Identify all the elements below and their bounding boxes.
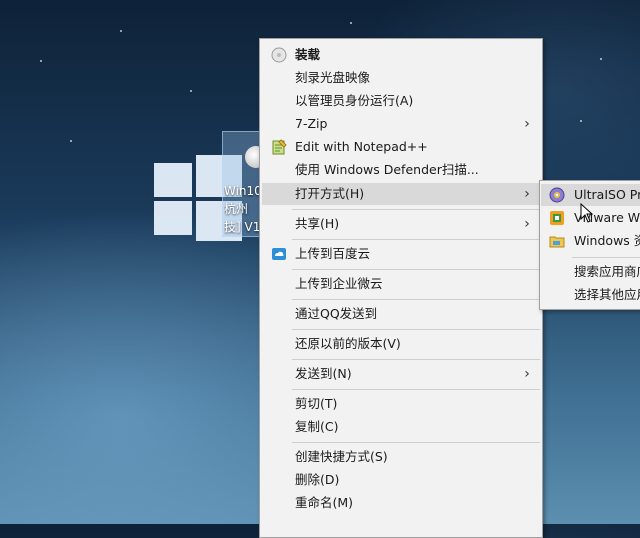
submenu-item-search-store[interactable]: 搜索应用商店 (541, 261, 640, 283)
submenu-item-label: Windows 资 (574, 233, 640, 248)
submenu-item-windows-explorer[interactable]: Windows 资 (541, 230, 640, 252)
chevron-right-icon: › (524, 366, 530, 382)
star (190, 90, 192, 92)
star (70, 140, 72, 142)
menu-item-send-via-qq[interactable]: 通过QQ发送到 (262, 303, 540, 325)
chevron-right-icon: › (524, 116, 530, 132)
folder-icon (549, 233, 565, 249)
submenu-item-choose-other-app[interactable]: 选择其他应用 (541, 284, 640, 306)
chevron-right-icon: › (524, 186, 530, 202)
menu-separator (292, 359, 540, 360)
menu-item-mount[interactable]: 装载 (262, 44, 540, 66)
menu-item-run-as-admin[interactable]: 以管理员身份运行(A) (262, 90, 540, 112)
ultraiso-icon (549, 187, 565, 203)
menu-item-label: 通过QQ发送到 (295, 306, 378, 321)
disc-icon (271, 47, 287, 63)
menu-item-label: 打开方式(H) (295, 186, 365, 201)
menu-item-label: 剪切(T) (295, 396, 338, 411)
submenu-item-label: 搜索应用商店 (574, 264, 640, 279)
context-menu: 装载 刻录光盘映像 以管理员身份运行(A) 7-Zip › Edit with … (259, 38, 543, 538)
star (120, 30, 122, 32)
menu-separator (292, 269, 540, 270)
star (350, 22, 352, 24)
star (40, 60, 42, 62)
notepad-icon (271, 139, 287, 155)
star (580, 120, 582, 122)
menu-item-label: 装载 (295, 47, 321, 62)
menu-item-label: 发送到(N) (295, 366, 352, 381)
menu-item-share[interactable]: 共享(H) › (262, 213, 540, 235)
menu-item-label: 7-Zip (295, 116, 328, 131)
menu-item-copy[interactable]: 复制(C) (262, 416, 540, 438)
submenu-item-label: 选择其他应用 (574, 287, 640, 302)
star (600, 58, 602, 60)
menu-item-label: Edit with Notepad++ (295, 139, 428, 154)
open-with-submenu: UltraISO Pre VMware Wo Windows 资 搜索应用商店 … (539, 180, 640, 310)
menu-item-burn-disc-image[interactable]: 刻录光盘映像 (262, 67, 540, 89)
menu-item-label: 上传到百度云 (295, 246, 371, 261)
menu-separator (292, 239, 540, 240)
menu-item-label: 重命名(M) (295, 495, 354, 510)
mouse-cursor-icon (580, 202, 594, 223)
menu-item-delete[interactable]: 删除(D) (262, 469, 540, 491)
menu-separator (292, 209, 540, 210)
menu-item-create-shortcut[interactable]: 创建快捷方式(S) (262, 446, 540, 468)
menu-item-edit-notepad[interactable]: Edit with Notepad++ (262, 136, 540, 158)
menu-item-label: 使用 Windows Defender扫描... (295, 162, 479, 177)
menu-separator (572, 257, 640, 258)
menu-item-upload-baidu[interactable]: 上传到百度云 (262, 243, 540, 265)
menu-item-cut[interactable]: 剪切(T) (262, 393, 540, 415)
menu-item-restore-versions[interactable]: 还原以前的版本(V) (262, 333, 540, 355)
menu-separator (292, 442, 540, 443)
menu-item-label: 创建快捷方式(S) (295, 449, 388, 464)
logo-pane (154, 163, 192, 197)
menu-item-label: 以管理员身份运行(A) (295, 93, 414, 108)
menu-item-label: 删除(D) (295, 472, 340, 487)
chevron-right-icon: › (524, 216, 530, 232)
menu-separator (292, 329, 540, 330)
menu-item-rename[interactable]: 重命名(M) (262, 492, 540, 514)
menu-item-label: 共享(H) (295, 216, 340, 231)
cloud-icon (271, 246, 287, 262)
vmware-icon (549, 210, 565, 226)
menu-item-defender-scan[interactable]: 使用 Windows Defender扫描... (262, 159, 540, 181)
menu-item-label: 还原以前的版本(V) (295, 336, 401, 351)
logo-pane (154, 201, 192, 235)
menu-item-7zip[interactable]: 7-Zip › (262, 113, 540, 135)
menu-item-label: 刻录光盘映像 (295, 70, 371, 85)
menu-item-upload-weiyun[interactable]: 上传到企业微云 (262, 273, 540, 295)
menu-item-send-to[interactable]: 发送到(N) › (262, 363, 540, 385)
menu-item-label: 上传到企业微云 (295, 276, 383, 291)
menu-separator (292, 299, 540, 300)
menu-item-label: 复制(C) (295, 419, 339, 434)
menu-item-open-with[interactable]: 打开方式(H) › (262, 183, 540, 205)
menu-separator (292, 389, 540, 390)
